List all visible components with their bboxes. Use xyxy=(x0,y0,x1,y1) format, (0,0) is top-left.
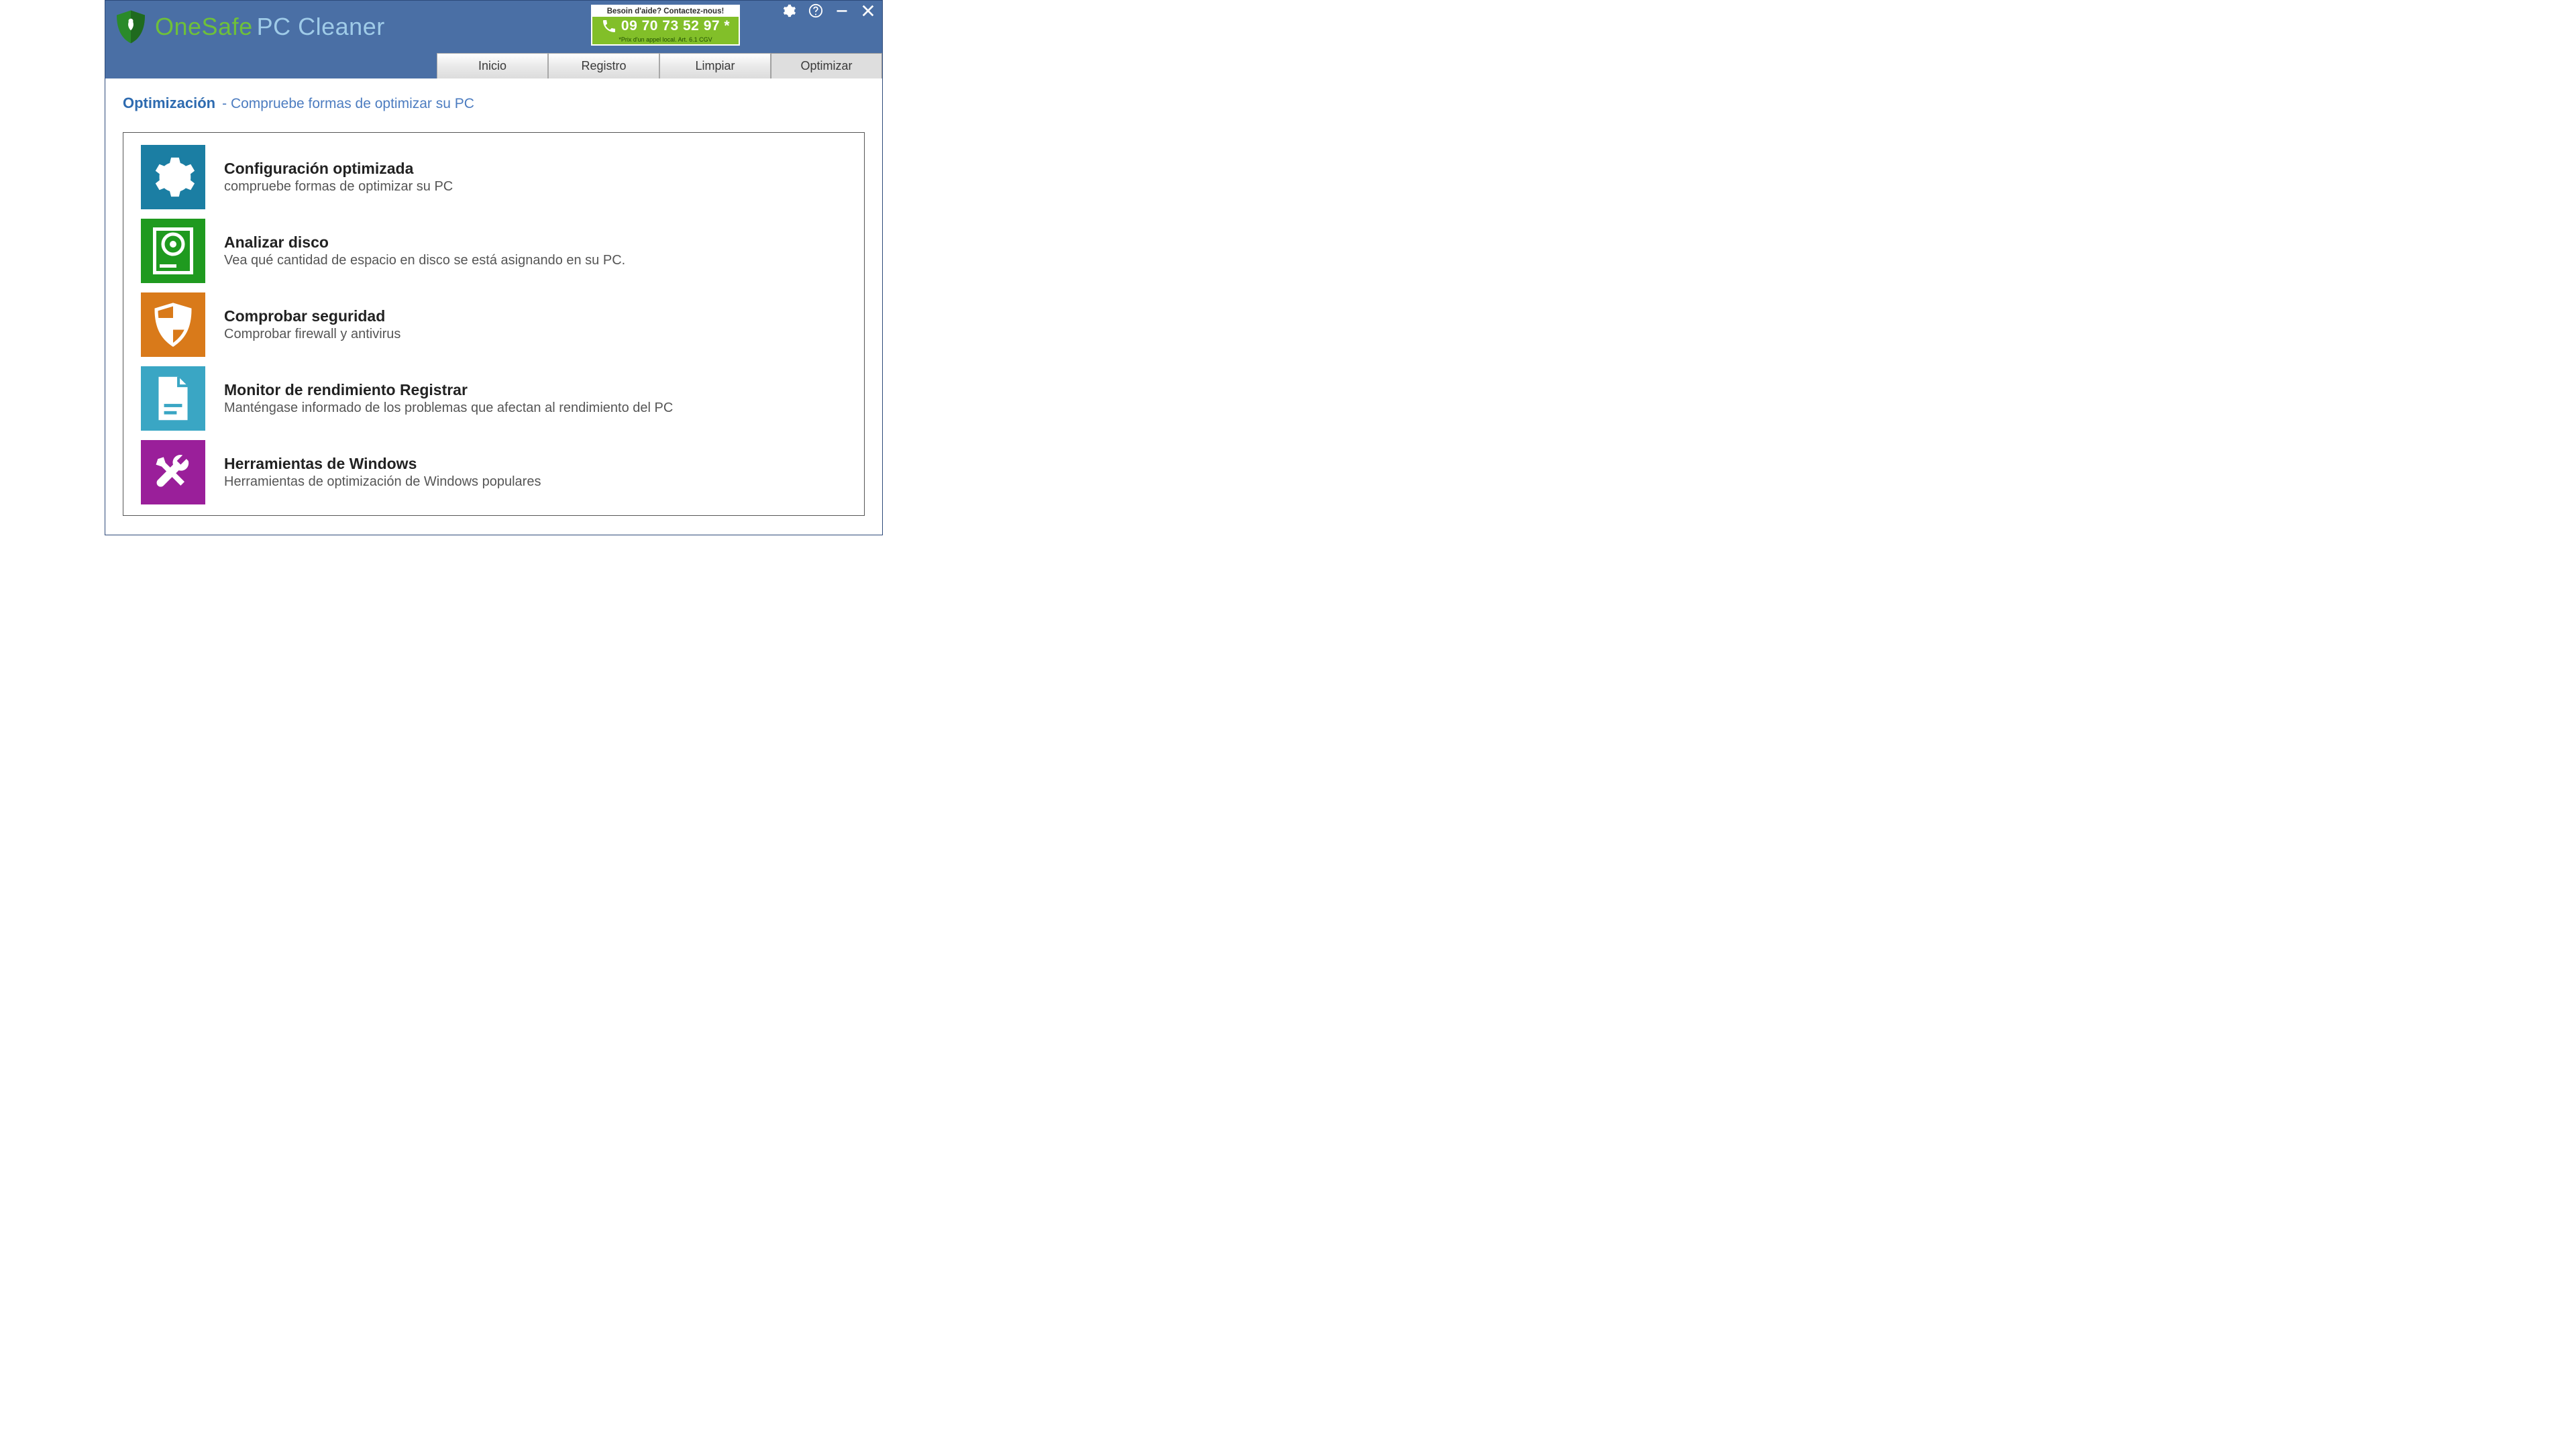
help-phone-number: 09 70 73 52 97 * xyxy=(621,18,730,34)
tabs: Inicio Registro Limpiar Optimizar xyxy=(105,53,882,78)
help-phone-row: 09 70 73 52 97 * xyxy=(592,17,739,36)
brand-text-pc: PC xyxy=(257,13,291,40)
page-heading: Optimización - Compruebe formas de optim… xyxy=(123,95,865,112)
phone-icon xyxy=(601,18,617,34)
shield-logo-icon xyxy=(112,8,150,46)
page-subtitle: - Compruebe formas de optimizar su PC xyxy=(222,96,474,112)
brand-text-one: One xyxy=(155,13,202,40)
brand-text-cleaner: Cleaner xyxy=(298,13,385,40)
option-title: Herramientas de Windows xyxy=(224,455,541,473)
header: OneSafePC Cleaner Besoin d'aide? Contact… xyxy=(105,1,882,53)
window-controls xyxy=(782,3,875,18)
tab-optimize[interactable]: Optimizar xyxy=(771,53,882,78)
brand-title: OneSafePC Cleaner xyxy=(155,13,385,41)
option-desc: Manténgase informado de los problemas qu… xyxy=(224,400,673,416)
app-window: OneSafePC Cleaner Besoin d'aide? Contact… xyxy=(105,0,883,535)
help-bottom-label: *Prix d'un appel local. Art. 6.1 CGV xyxy=(592,36,739,44)
tab-clean[interactable]: Limpiar xyxy=(659,53,771,78)
option-check-security[interactable]: Comprobar seguridad Comprobar firewall y… xyxy=(141,292,847,357)
help-icon[interactable] xyxy=(808,3,823,18)
option-title: Analizar disco xyxy=(224,233,625,252)
tab-registry[interactable]: Registro xyxy=(548,53,659,78)
option-text: Comprobar seguridad Comprobar firewall y… xyxy=(224,307,400,342)
option-desc: Herramientas de optimización de Windows … xyxy=(224,474,541,490)
help-contact-box[interactable]: Besoin d'aide? Contactez-nous! 09 70 73 … xyxy=(591,5,740,46)
option-analyze-disk[interactable]: Analizar disco Vea qué cantidad de espac… xyxy=(141,219,847,283)
gear-icon[interactable] xyxy=(782,3,796,18)
option-text: Configuración optimizada compruebe forma… xyxy=(224,160,453,195)
option-windows-tools[interactable]: Herramientas de Windows Herramientas de … xyxy=(141,440,847,504)
option-text: Analizar disco Vea qué cantidad de espac… xyxy=(224,233,625,268)
help-top-label: Besoin d'aide? Contactez-nous! xyxy=(592,6,739,17)
brand-text-safe: Safe xyxy=(202,13,253,40)
option-optimized-config[interactable]: Configuración optimizada compruebe forma… xyxy=(141,145,847,209)
option-perf-monitor[interactable]: Monitor de rendimiento Registrar Manténg… xyxy=(141,366,847,431)
minimize-icon[interactable] xyxy=(835,4,849,17)
option-title: Comprobar seguridad xyxy=(224,307,400,325)
option-title: Configuración optimizada xyxy=(224,160,453,178)
option-text: Monitor de rendimiento Registrar Manténg… xyxy=(224,381,673,416)
option-desc: Comprobar firewall y antivirus xyxy=(224,327,400,342)
option-desc: Vea qué cantidad de espacio en disco se … xyxy=(224,253,625,268)
content: Optimización - Compruebe formas de optim… xyxy=(105,78,882,535)
logo: OneSafePC Cleaner xyxy=(112,8,385,46)
tools-icon xyxy=(141,440,205,504)
page-title: Optimización xyxy=(123,95,215,112)
gear-icon xyxy=(141,145,205,209)
option-desc: compruebe formas de optimizar su PC xyxy=(224,179,453,195)
disk-icon xyxy=(141,219,205,283)
tab-home[interactable]: Inicio xyxy=(437,53,548,78)
shield-check-icon xyxy=(141,292,205,357)
close-icon[interactable] xyxy=(861,3,875,18)
option-title: Monitor de rendimiento Registrar xyxy=(224,381,673,399)
option-text: Herramientas de Windows Herramientas de … xyxy=(224,455,541,490)
options-box: Configuración optimizada compruebe forma… xyxy=(123,132,865,516)
document-icon xyxy=(141,366,205,431)
